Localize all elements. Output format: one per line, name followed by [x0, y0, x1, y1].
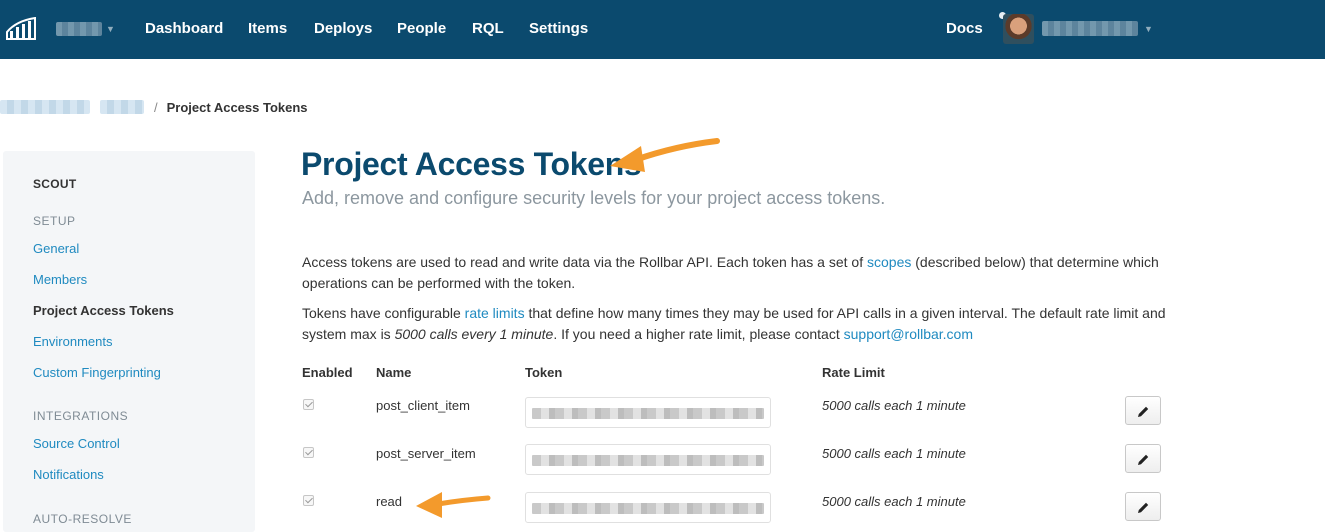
scopes-link[interactable]: scopes [867, 254, 911, 270]
nav-rql[interactable]: RQL [472, 20, 504, 38]
nav-dashboard[interactable]: Dashboard [145, 20, 223, 38]
nav-people[interactable]: People [397, 20, 446, 38]
edit-rate-limit-button[interactable] [1125, 444, 1161, 473]
token-field[interactable] [525, 492, 771, 523]
breadcrumb-account-redacted[interactable] [0, 100, 90, 114]
token-field[interactable] [525, 397, 771, 428]
breadcrumb-current: Project Access Tokens [166, 99, 308, 115]
sidebar-item-general[interactable]: General [33, 241, 79, 256]
sidebar-section-auto-resolve: AUTO-RESOLVE [33, 512, 132, 526]
sidebar-item-source-control[interactable]: Source Control [33, 436, 120, 451]
enabled-checkbox[interactable] [303, 447, 314, 458]
nav-items[interactable]: Items [248, 20, 287, 38]
chevron-down-icon: ▼ [106, 24, 115, 34]
sidebar-section-setup: SETUP [33, 214, 76, 228]
column-header-enabled: Enabled [302, 365, 353, 380]
rollbar-logo-icon[interactable] [6, 17, 36, 41]
intro-text: Access tokens are used to read and write… [302, 254, 867, 270]
top-navbar: ▼ Dashboard Items Deploys People RQL Set… [0, 0, 1325, 59]
intro-text: . If you need a higher rate limit, pleas… [553, 326, 844, 342]
edit-rate-limit-button[interactable] [1125, 396, 1161, 425]
project-switcher[interactable]: ▼ [56, 20, 115, 38]
column-header-name: Name [376, 365, 412, 380]
token-value-redacted [532, 503, 764, 514]
pencil-icon [1138, 454, 1149, 465]
sidebar-item-notifications[interactable]: Notifications [33, 467, 104, 482]
breadcrumb: / Project Access Tokens [0, 97, 308, 117]
enabled-checkbox[interactable] [303, 399, 314, 410]
column-header-rate-limit: Rate Limit [822, 365, 885, 380]
support-email-link[interactable]: support@rollbar.com [844, 326, 973, 342]
page-title: Project Access Tokens [301, 146, 642, 182]
page-subtitle: Add, remove and configure security level… [302, 188, 886, 208]
token-name: read [376, 494, 403, 509]
nav-deploys[interactable]: Deploys [314, 20, 372, 38]
arrow-annotation-icon [416, 492, 491, 518]
sidebar-section-integrations: INTEGRATIONS [33, 409, 129, 423]
token-field[interactable] [525, 444, 771, 475]
sidebar-item-members[interactable]: Members [33, 272, 87, 287]
pencil-icon [1138, 502, 1149, 513]
nav-settings[interactable]: Settings [529, 20, 588, 38]
rate-limits-link[interactable]: rate limits [465, 305, 525, 321]
enabled-checkbox[interactable] [303, 495, 314, 506]
project-name-redacted [56, 22, 102, 36]
intro-paragraph-scopes: Access tokens are used to read and write… [302, 252, 1182, 294]
nav-docs[interactable]: Docs [946, 20, 983, 38]
chevron-down-icon: ▼ [1144, 23, 1153, 34]
default-rate-limit: 5000 calls every 1 minute [394, 326, 554, 342]
intro-text: Tokens have configurable [302, 305, 465, 321]
rate-limit-value: 5000 calls each 1 minute [822, 494, 966, 509]
username-redacted [1042, 21, 1138, 36]
breadcrumb-separator: / [154, 99, 158, 115]
avatar[interactable] [1003, 14, 1034, 44]
token-value-redacted [532, 455, 764, 466]
rate-limit-value: 5000 calls each 1 minute [822, 398, 966, 413]
edit-rate-limit-button[interactable] [1125, 492, 1161, 521]
user-menu[interactable]: ▼ [1042, 21, 1153, 36]
sidebar-item-environments[interactable]: Environments [33, 334, 112, 349]
rate-limit-value: 5000 calls each 1 minute [822, 446, 966, 461]
sidebar-item-custom-fingerprinting[interactable]: Custom Fingerprinting [33, 365, 161, 380]
column-header-token: Token [525, 365, 563, 380]
token-value-redacted [532, 408, 764, 419]
sidebar-project-name: SCOUT [33, 177, 77, 191]
intro-paragraph-rate-limits: Tokens have configurable rate limits tha… [302, 303, 1182, 345]
token-name: post_client_item [376, 398, 470, 413]
settings-sidebar: SCOUT SETUP General Members Project Acce… [3, 151, 255, 532]
token-name: post_server_item [376, 446, 476, 461]
pencil-icon [1138, 406, 1149, 417]
sidebar-item-project-access-tokens[interactable]: Project Access Tokens [33, 303, 174, 318]
breadcrumb-project-redacted[interactable] [100, 100, 144, 114]
